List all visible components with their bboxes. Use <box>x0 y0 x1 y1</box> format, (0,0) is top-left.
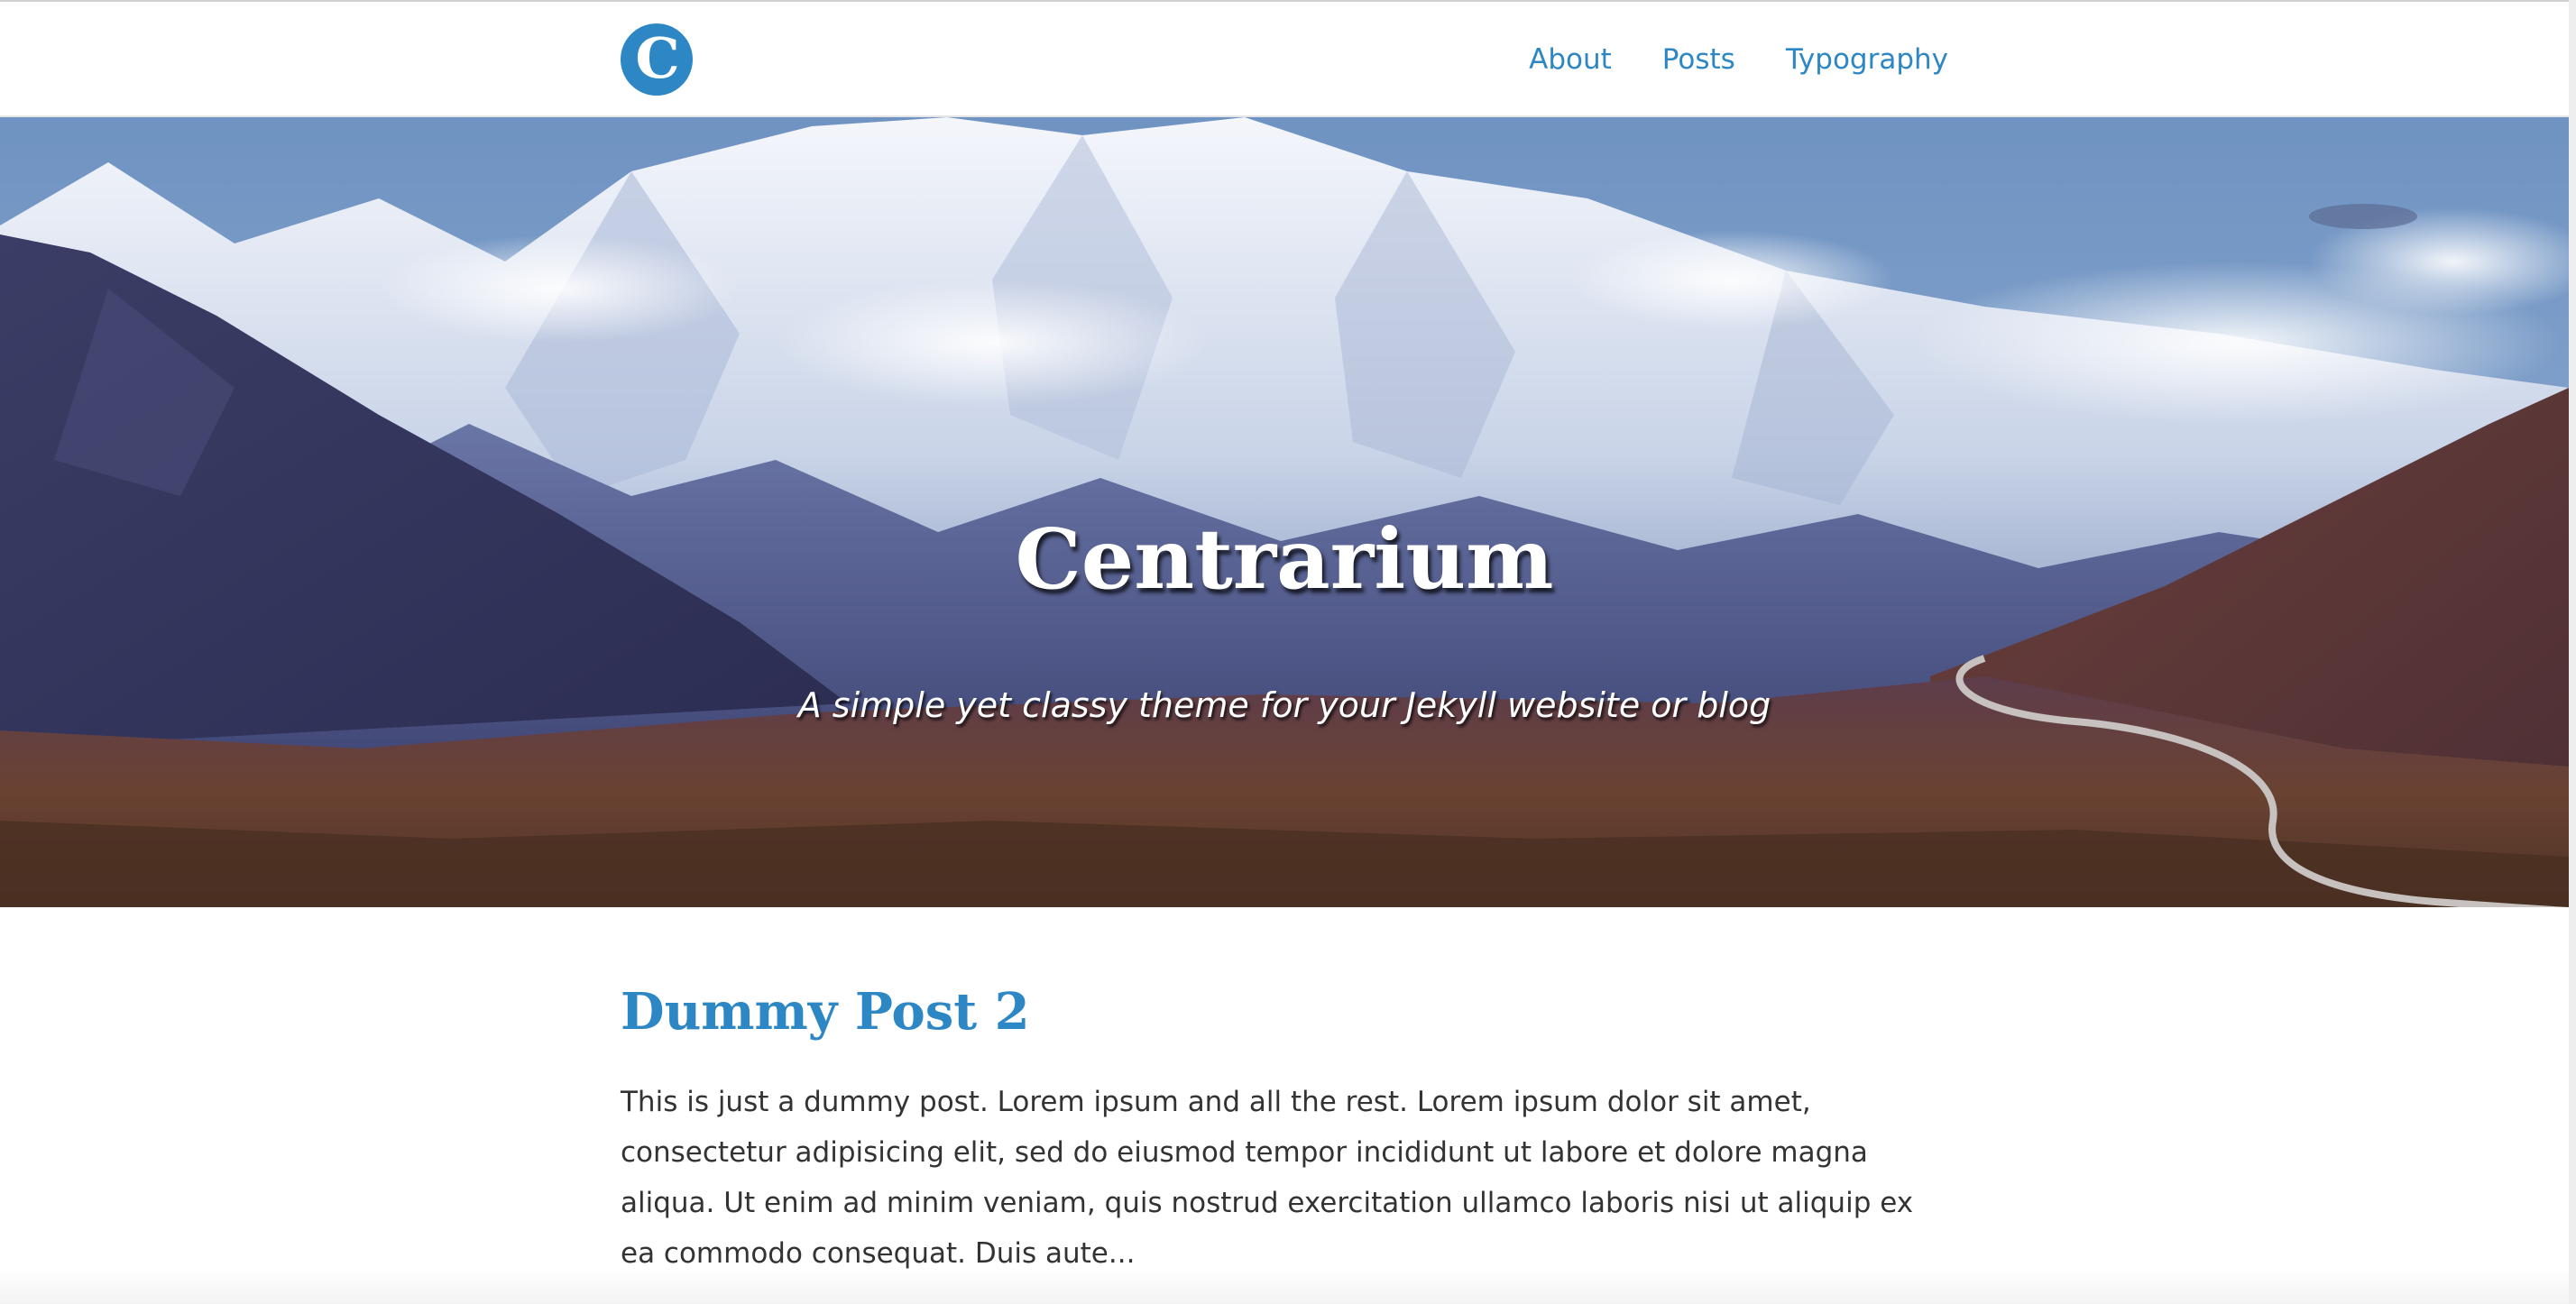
post-item: Dummy Post 2 This is just a dummy post. … <box>621 974 1955 1279</box>
post-title-link[interactable]: Dummy Post 2 <box>621 974 1955 1050</box>
main-nav: About Posts Typography <box>1529 38 1948 81</box>
hero-banner: Centrarium A simple yet classy theme for… <box>0 117 2569 907</box>
hero-title: Centrarium <box>1015 510 1554 608</box>
site-header: C About Posts Typography <box>0 2 2569 117</box>
site-logo[interactable]: C <box>621 23 693 96</box>
nav-link-typography[interactable]: Typography <box>1786 38 1948 81</box>
nav-link-posts[interactable]: Posts <box>1662 38 1735 81</box>
logo-letter: C <box>635 25 679 91</box>
window-edge <box>2569 0 2576 1304</box>
post-excerpt: This is just a dummy post. Lorem ipsum a… <box>621 1086 1914 1270</box>
nav-link-about[interactable]: About <box>1529 38 1612 81</box>
page: C About Posts Typography Centrarium A si… <box>0 0 2576 1304</box>
hero-subtitle: A simple yet classy theme for your Jekyl… <box>797 685 1771 725</box>
post-list: Dummy Post 2 This is just a dummy post. … <box>621 974 1955 1279</box>
